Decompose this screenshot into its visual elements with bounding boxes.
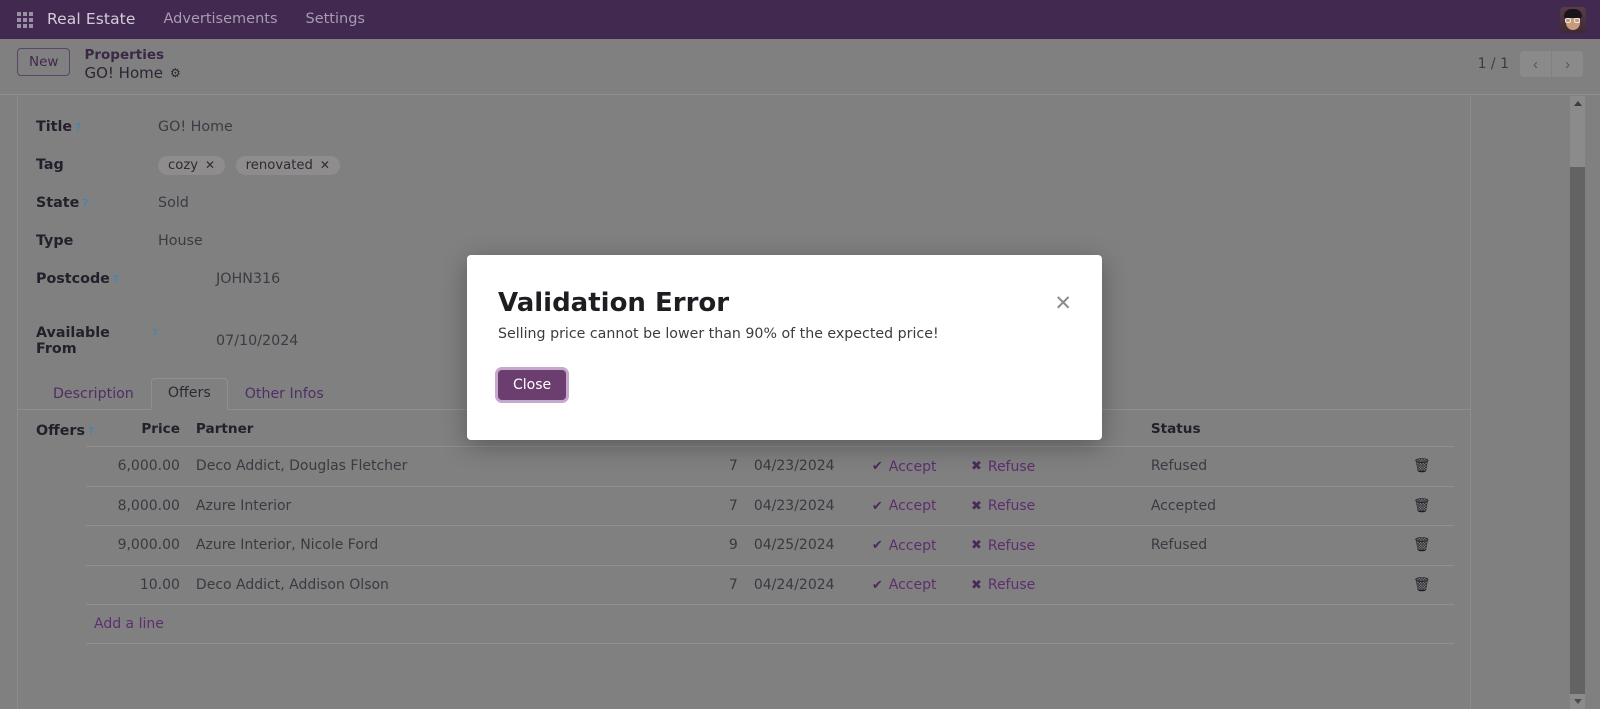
modal-header: Validation Error ✕ bbox=[467, 255, 1102, 318]
validation-error-dialog: Validation Error ✕ Selling price cannot … bbox=[467, 255, 1102, 440]
modal-footer: Close bbox=[467, 342, 1102, 400]
close-icon[interactable]: ✕ bbox=[1048, 289, 1078, 318]
modal-title: Validation Error bbox=[498, 288, 730, 318]
close-button[interactable]: Close bbox=[498, 370, 567, 400]
modal-message: Selling price cannot be lower than 90% o… bbox=[498, 326, 939, 342]
